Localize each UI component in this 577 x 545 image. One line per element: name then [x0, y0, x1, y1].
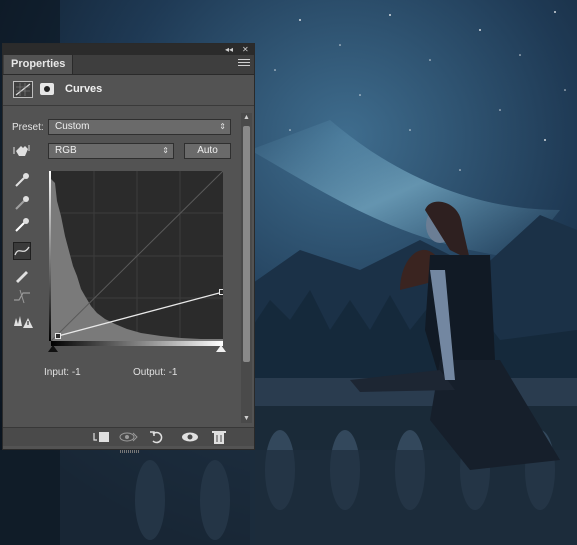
panel-menu-icon[interactable] [238, 59, 250, 69]
input-label: Input: [44, 367, 70, 378]
scroll-up-icon[interactable]: ▲ [243, 114, 250, 121]
white-point-slider[interactable] [216, 345, 226, 352]
preset-select[interactable]: Custom ⇕ [48, 119, 231, 135]
black-point-slider[interactable] [48, 345, 58, 352]
channel-value: RGB [55, 145, 77, 156]
trash-icon[interactable] [211, 430, 229, 444]
input-gradient-bar [51, 341, 223, 346]
properties-panel: ◂◂ ✕ Properties Curves Preset: Custom ⇕ … [2, 43, 255, 453]
adjustment-header: Curves [3, 75, 254, 106]
resize-grip[interactable] [120, 450, 140, 453]
select-arrows-icon: ⇕ [219, 122, 226, 131]
preset-label: Preset: [12, 122, 44, 133]
select-arrows-icon: ⇕ [162, 146, 169, 155]
tab-properties[interactable]: Properties [4, 55, 74, 74]
pencil-draw-icon[interactable] [13, 266, 31, 284]
output-value: -1 [168, 367, 178, 378]
channel-select[interactable]: RGB ⇕ [48, 143, 174, 159]
reset-icon[interactable] [149, 430, 167, 444]
clipping-warning-icon[interactable] [13, 312, 33, 330]
black-point-eyedropper-icon[interactable] [13, 171, 31, 189]
auto-button[interactable]: Auto [184, 143, 231, 159]
panel-scrollbar[interactable]: ▲ ▼ [241, 113, 252, 423]
smooth-curve-icon[interactable] [13, 288, 31, 306]
curve-point-white [219, 289, 225, 295]
output-readout: Output: -1 [133, 367, 178, 378]
panel-title: Curves [65, 83, 103, 95]
tab-row: Properties [3, 55, 254, 75]
curve-point-black [55, 333, 61, 339]
white-point-eyedropper-icon[interactable] [13, 216, 31, 234]
curves-graph[interactable] [50, 170, 225, 342]
layer-mask-icon[interactable] [40, 83, 54, 95]
scroll-down-icon[interactable]: ▼ [243, 415, 250, 422]
curve-edit-icon[interactable] [13, 242, 31, 260]
panel-footer [3, 427, 254, 453]
gray-point-eyedropper-icon[interactable] [13, 194, 31, 212]
curves-adjustment-icon[interactable] [13, 81, 33, 98]
close-icon[interactable]: ✕ [242, 44, 249, 55]
input-readout: Input: -1 [44, 367, 81, 378]
hand-adjust-icon[interactable] [13, 142, 31, 160]
clip-to-layer-icon[interactable] [91, 430, 109, 444]
panel-titlebar[interactable]: ◂◂ ✕ [3, 44, 254, 55]
view-previous-state-icon[interactable] [119, 430, 138, 444]
output-label: Output: [133, 367, 166, 378]
input-value: -1 [71, 367, 81, 378]
collapse-icon[interactable]: ◂◂ [225, 44, 233, 55]
preset-value: Custom [55, 121, 90, 132]
scroll-thumb[interactable] [243, 126, 250, 362]
visibility-eye-icon[interactable] [181, 430, 199, 444]
